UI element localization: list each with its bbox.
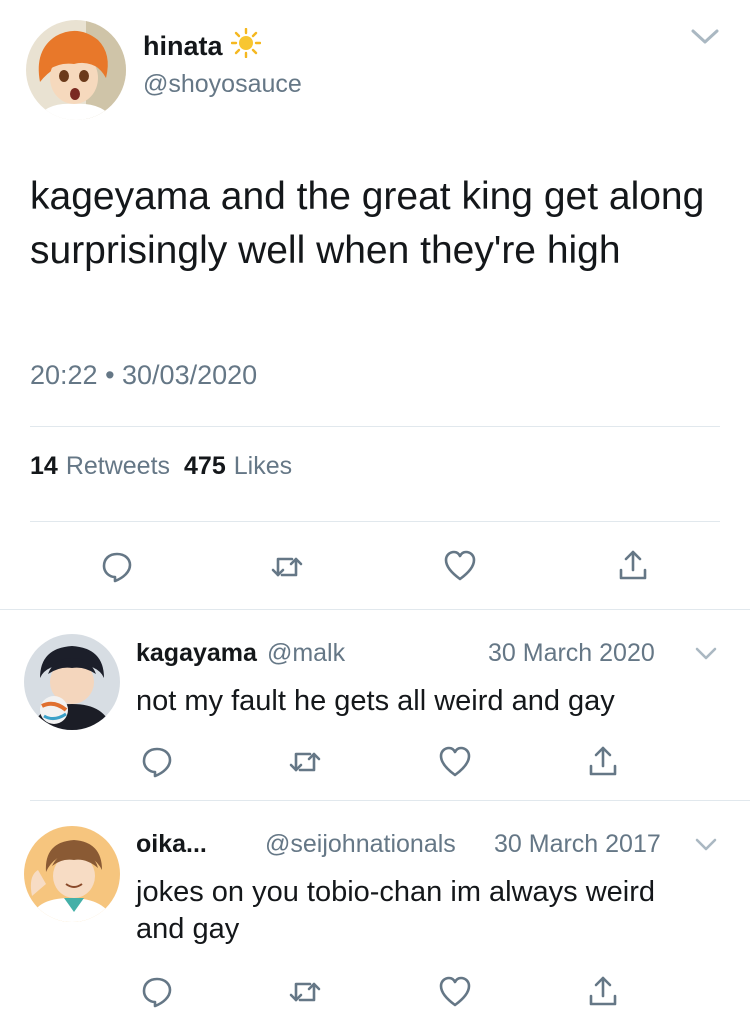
reply-author-name[interactable]: kagayama: [136, 639, 257, 668]
share-icon[interactable]: [616, 548, 650, 582]
divider: [0, 609, 750, 610]
share-icon[interactable]: [586, 974, 620, 1008]
author-name[interactable]: hinata: [143, 27, 261, 65]
reply-icon[interactable]: [140, 745, 174, 779]
tweet-stats: 14 Retweets 475 Likes: [30, 452, 292, 481]
author-name-text: hinata: [143, 31, 223, 61]
reply-date[interactable]: 30 March 2020: [488, 639, 655, 668]
divider: [30, 426, 720, 427]
reply-icon[interactable]: [140, 975, 174, 1009]
reply-text: jokes on you tobio-chan im always weird …: [136, 876, 656, 945]
retweet-icon[interactable]: [288, 977, 322, 1011]
reply-author-name[interactable]: oika...: [136, 830, 207, 859]
divider: [30, 521, 720, 522]
author-handle[interactable]: @shoyosauce: [143, 70, 302, 99]
tweet-timestamp[interactable]: 20:22 • 30/03/2020: [30, 360, 257, 391]
avatar[interactable]: [24, 826, 120, 922]
sun-icon: [230, 27, 261, 65]
like-icon[interactable]: [438, 746, 472, 780]
likes-label: Likes: [233, 452, 293, 480]
reply-date[interactable]: 30 March 2017: [494, 830, 661, 859]
avatar[interactable]: [24, 634, 120, 730]
share-icon[interactable]: [586, 744, 620, 778]
reply-icon[interactable]: [100, 550, 134, 584]
retweets-count: 14: [30, 452, 58, 480]
retweets-label: Retweets: [65, 452, 171, 480]
chevron-down-icon[interactable]: [690, 26, 720, 48]
tweet-text: kageyama and the great king get along su…: [30, 175, 705, 272]
avatar[interactable]: [26, 20, 126, 120]
reply-text: not my fault he gets all weird and gay: [136, 685, 615, 717]
like-icon[interactable]: [443, 550, 477, 584]
reply-author-handle[interactable]: @seijohnationals: [265, 830, 456, 859]
chevron-down-icon[interactable]: [694, 646, 718, 662]
likes-stat[interactable]: 475 Likes: [184, 452, 292, 481]
reply-header: kagayama @malk: [136, 639, 345, 668]
chevron-down-icon[interactable]: [694, 837, 718, 853]
like-icon[interactable]: [438, 976, 472, 1010]
reply-author-handle[interactable]: @malk: [267, 639, 345, 668]
likes-count: 475: [184, 452, 226, 480]
retweets-stat[interactable]: 14 Retweets: [30, 452, 170, 481]
retweet-icon[interactable]: [288, 747, 322, 781]
retweet-icon[interactable]: [270, 552, 304, 586]
divider: [30, 800, 750, 801]
